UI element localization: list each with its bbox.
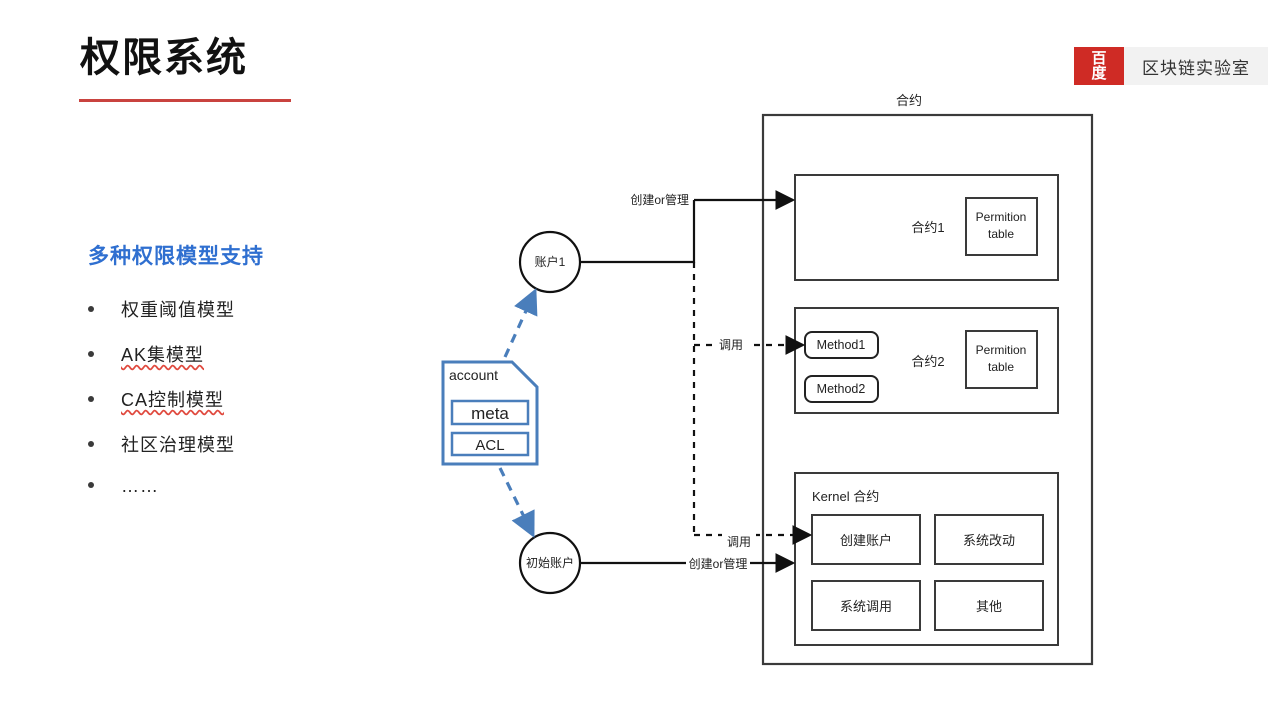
actor-init-account-label: 初始账户: [526, 555, 574, 570]
account-card-meta-label: meta: [471, 404, 509, 423]
contract1-label: 合约1: [911, 220, 944, 235]
account-card-title: account: [449, 367, 498, 383]
kernel-contract-label: Kernel 合约: [812, 489, 879, 504]
kernel-item-create-account-label: 创建账户: [840, 533, 892, 548]
permission-architecture-diagram: 合约 合约1 Permition table 合约2 Method1 Metho…: [441, 93, 1094, 666]
contract2-permission-table-line1: Permition: [976, 343, 1027, 357]
contract2-method2-label: Method2: [817, 382, 866, 396]
edge-create-manage-bottom-label: 创建or管理: [689, 556, 748, 571]
contract2-method1-label: Method1: [817, 338, 866, 352]
edge-account1-trunk: [580, 200, 696, 264]
contract1-permission-table-line1: Permition: [976, 210, 1027, 224]
contract1-permission-table-line2: table: [988, 227, 1014, 241]
edge-create-manage-top-label: 创建or管理: [630, 192, 689, 207]
account-card-acl-label: ACL: [475, 437, 504, 454]
kernel-item-other-label: 其他: [976, 599, 1002, 614]
contract2-permission-table-line2: table: [988, 360, 1014, 374]
kernel-item-system-change-label: 系统改动: [963, 533, 1015, 548]
edge-invoke-kernel-label: 调用: [727, 535, 751, 549]
actor-account1-label: 账户1: [535, 254, 566, 269]
kernel-item-system-call-label: 系统调用: [840, 599, 892, 614]
contract2-label: 合约2: [911, 354, 944, 369]
edge-account-to-account1: [503, 288, 538, 358]
edge-account-to-init-account: [498, 467, 535, 538]
slide: 权限系统 百 度 区块链实验室 多种权限模型支持 权重阈值模型 AK集模型 CA…: [0, 0, 1280, 705]
contract-container-label: 合约: [896, 93, 922, 108]
edge-invoke-contract2-label: 调用: [719, 338, 743, 352]
